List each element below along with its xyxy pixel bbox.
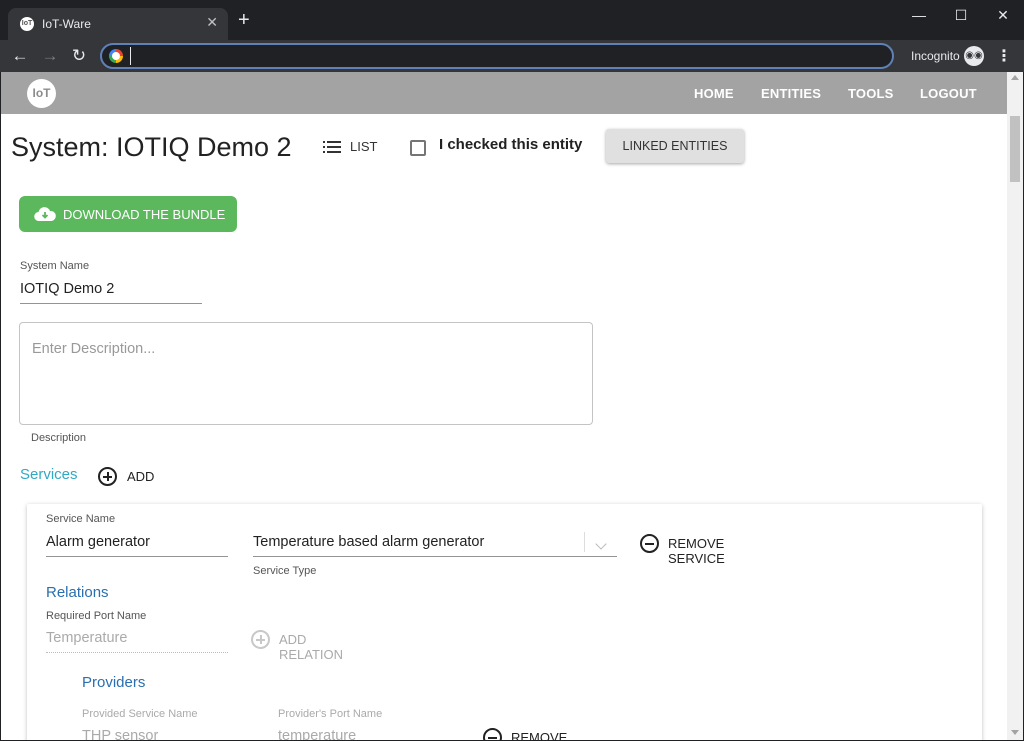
service-name-input[interactable]: Alarm generator (46, 534, 150, 550)
reload-icon[interactable]: ↻ (68, 45, 90, 67)
provided-service-input[interactable]: THP sensor (82, 728, 158, 740)
tab-close-icon[interactable]: ✕ (206, 14, 218, 31)
required-port-input[interactable]: Temperature (46, 630, 127, 646)
service-type-underline (253, 556, 617, 557)
relations-title: Relations (46, 584, 109, 601)
forward-arrow-icon[interactable]: → (39, 45, 61, 67)
providers-title: Providers (82, 674, 146, 691)
system-name-underline (20, 303, 202, 304)
window-close-icon[interactable]: ✕ (988, 4, 1018, 26)
browser-toolbar: ← → ↻ Incognito ◉◉ ⋮ (0, 40, 1024, 72)
add-relation-label: ADD RELATION (279, 632, 344, 662)
description-textarea[interactable] (19, 322, 593, 425)
tab-title: IoT-Ware (42, 17, 91, 31)
remove-service-label: REMOVE SERVICE (668, 536, 725, 566)
remove-relation-label: REMOVE RELATION (511, 730, 568, 740)
iot-logo[interactable]: IoT (27, 79, 56, 108)
new-tab-icon[interactable]: + (238, 10, 250, 30)
provider-port-input[interactable]: temperature (278, 728, 356, 740)
nav-tools[interactable]: TOOLS (848, 86, 894, 101)
service-name-label: Service Name (46, 513, 116, 525)
google-icon (109, 49, 123, 63)
add-circle-icon (251, 630, 270, 649)
download-bundle-button[interactable]: DOWNLOAD THE BUNDLE (19, 196, 237, 232)
system-name-label: System Name (20, 260, 90, 272)
browser-tab[interactable]: IoT IoT-Ware ✕ (8, 8, 228, 40)
scroll-thumb[interactable] (1010, 116, 1020, 182)
address-input[interactable] (130, 47, 870, 65)
list-icon (323, 141, 341, 153)
provided-service-label: Provided Service Name (82, 708, 198, 720)
nav-home[interactable]: HOME (694, 86, 734, 101)
remove-circle-icon (640, 534, 659, 553)
app-header: IoT HOME ENTITIES TOOLS LOGOUT (1, 72, 1007, 114)
minimize-icon[interactable]: — (904, 4, 934, 26)
add-service-label: ADD (127, 469, 155, 484)
service-card (27, 504, 982, 740)
nav-logout[interactable]: LOGOUT (920, 86, 977, 101)
list-label: LIST (350, 139, 378, 154)
download-bundle-label: DOWNLOAD THE BUNDLE (63, 207, 226, 222)
incognito-icon[interactable]: ◉◉ (964, 46, 984, 66)
service-name-underline (46, 556, 228, 557)
linked-entities-button[interactable]: LINKED ENTITIES (606, 129, 744, 163)
provider-port-label: Provider's Port Name (278, 708, 383, 720)
add-circle-icon (98, 467, 117, 486)
scroll-down-icon[interactable] (1011, 730, 1019, 735)
iot-favicon-icon: IoT (20, 17, 34, 31)
description-label: Description (31, 432, 87, 444)
address-bar[interactable] (100, 43, 894, 69)
checked-entity-label: I checked this entity (439, 136, 583, 153)
required-port-underline (46, 652, 228, 653)
browser-menu-icon[interactable]: ⋮ (996, 46, 1012, 66)
back-arrow-icon[interactable]: ← (9, 45, 31, 67)
page-title: System: IOTIQ Demo 2 (11, 132, 292, 162)
incognito-label: Incognito (911, 49, 960, 63)
select-separator (584, 532, 585, 552)
checked-entity-checkbox[interactable] (410, 140, 426, 156)
cloud-download-icon (34, 207, 56, 222)
browser-tabstrip: IoT IoT-Ware ✕ + — ☐ ✕ (0, 0, 1024, 40)
remove-circle-icon (483, 728, 502, 740)
system-name-input[interactable]: IOTIQ Demo 2 (20, 281, 114, 297)
page-content: IoT HOME ENTITIES TOOLS LOGOUT System: I… (1, 72, 1007, 740)
services-title: Services (20, 466, 78, 483)
scroll-up-icon[interactable] (1011, 75, 1019, 80)
nav-entities[interactable]: ENTITIES (761, 86, 821, 101)
service-type-select[interactable]: Temperature based alarm generator (253, 534, 484, 550)
page-scrollbar[interactable] (1007, 72, 1023, 740)
service-type-label: Service Type (253, 565, 317, 577)
required-port-label: Required Port Name (46, 610, 147, 622)
maximize-icon[interactable]: ☐ (946, 4, 976, 26)
